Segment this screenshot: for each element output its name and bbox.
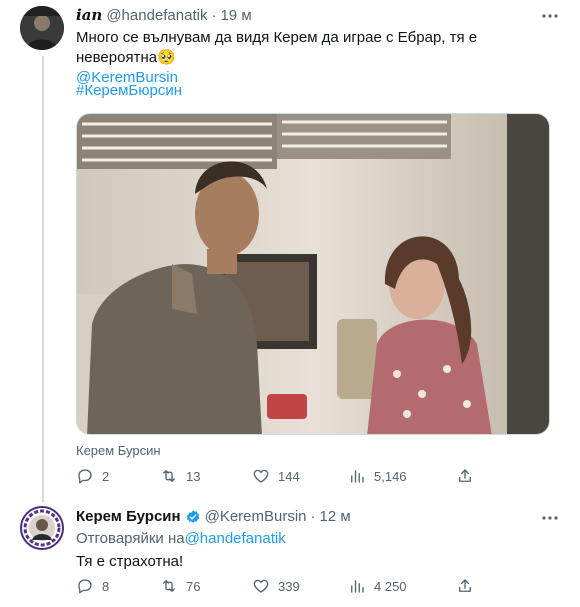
like-count: 144: [278, 468, 300, 484]
separator: ·: [211, 6, 217, 24]
thread-connector-line: [42, 56, 44, 502]
tweet-text: Много се вълнувам да видя Керем да играе…: [76, 28, 556, 88]
tweet-original[interactable]: ian @handefanatik · 19 м Много се вълнув…: [0, 0, 580, 502]
user-handle[interactable]: @KeremBursin: [205, 508, 307, 525]
like-icon: [253, 469, 269, 483]
views-count: 4 250: [374, 578, 407, 594]
tweet-body: Много се вълнувам да видя Керем да играе…: [76, 29, 478, 66]
verified-badge-icon: [186, 509, 199, 523]
tweet-header: Керем Бурсин @KeremBursin · 12 м: [76, 508, 351, 525]
like-icon: [253, 579, 269, 593]
tweet-text: Тя е страхотна!: [76, 553, 184, 570]
timestamp[interactable]: 12 м: [320, 508, 351, 525]
separator: ·: [310, 508, 316, 525]
views-button[interactable]: 5,146: [348, 467, 407, 485]
more-options-button[interactable]: [540, 6, 560, 26]
reply-count: 2: [102, 468, 110, 484]
action-bar: 8 76 339 4 250: [76, 577, 556, 599]
retweet-icon: [163, 470, 175, 482]
reply-button[interactable]: 2: [76, 467, 109, 485]
share-icon: [459, 469, 471, 482]
retweet-count: 13: [186, 468, 201, 484]
views-button[interactable]: 4 250: [348, 577, 407, 595]
display-name[interactable]: ian: [76, 6, 102, 24]
display-name[interactable]: Керем Бурсин: [76, 508, 181, 525]
retweet-icon: [163, 580, 175, 592]
avatar[interactable]: [20, 506, 64, 550]
replying-to: Отговаряйки на@handefanatik: [76, 530, 286, 547]
more-icon: [542, 516, 558, 520]
user-handle[interactable]: @handefanatik: [106, 7, 207, 24]
views-icon: [351, 470, 364, 483]
reply-mention-link[interactable]: @handefanatik: [185, 530, 286, 547]
tweet-header: ian @handefanatik · 19 м: [76, 6, 252, 24]
more-icon: [542, 14, 558, 18]
tweet-reply[interactable]: Керем Бурсин @KeremBursin · 12 м Отговар…: [0, 495, 580, 607]
hashtag-link[interactable]: #КеремБюрсин: [76, 82, 182, 99]
media-caption[interactable]: Керем Бурсин: [76, 443, 161, 458]
reply-icon: [78, 469, 92, 484]
share-button[interactable]: [456, 577, 474, 595]
replying-to-label: Отговаряйки на: [76, 530, 185, 547]
retweet-button[interactable]: 13: [160, 467, 200, 485]
share-button[interactable]: [456, 467, 474, 485]
reply-icon: [78, 579, 92, 594]
reply-count: 8: [102, 578, 110, 594]
like-button[interactable]: 339: [252, 577, 300, 595]
views-icon: [351, 580, 364, 593]
like-button[interactable]: 144: [252, 467, 300, 485]
like-count: 339: [278, 578, 300, 594]
retweet-count: 76: [186, 578, 201, 594]
share-icon: [459, 579, 471, 592]
retweet-button[interactable]: 76: [160, 577, 200, 595]
action-bar: 2 13 144 5,146: [76, 467, 556, 489]
timestamp[interactable]: 19 м: [220, 7, 251, 24]
avatar[interactable]: [20, 6, 64, 50]
more-options-button[interactable]: [540, 508, 560, 528]
reply-button[interactable]: 8: [76, 577, 109, 595]
views-count: 5,146: [374, 468, 407, 484]
tweet-image[interactable]: [76, 113, 550, 435]
